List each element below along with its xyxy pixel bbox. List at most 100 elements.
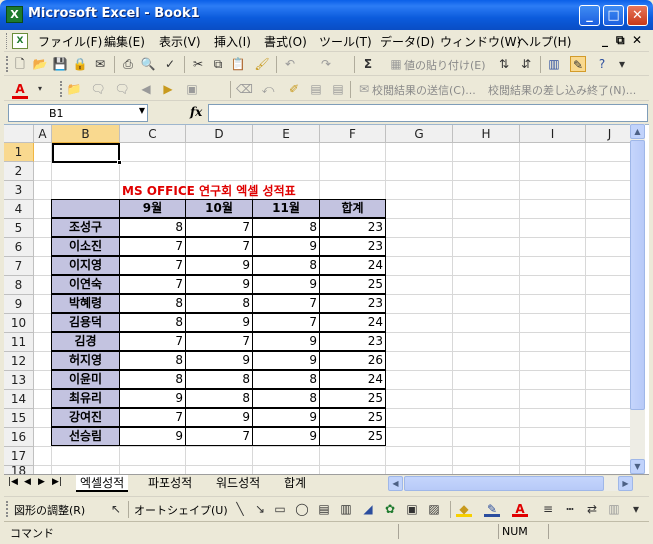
- close-button[interactable]: ✕: [627, 5, 648, 26]
- score-cell[interactable]: 7: [185, 427, 253, 446]
- row-header[interactable]: 8: [4, 276, 34, 295]
- track-changes-icon[interactable]: ⤺: [260, 81, 276, 97]
- score-cell[interactable]: 9: [185, 408, 253, 427]
- score-cell[interactable]: 9: [119, 427, 186, 446]
- save-icon[interactable]: 💾: [52, 56, 68, 72]
- column-header[interactable]: G: [386, 125, 453, 143]
- row-header[interactable]: 2: [4, 162, 34, 181]
- row-header[interactable]: 12: [4, 352, 34, 371]
- row-header[interactable]: 1: [4, 143, 34, 162]
- total-cell[interactable]: 26: [319, 351, 386, 370]
- cut-icon[interactable]: ✂: [190, 56, 206, 72]
- total-cell[interactable]: 24: [319, 256, 386, 275]
- review-end-button[interactable]: 校閲結果の差し込み終了(N)...: [488, 82, 636, 98]
- excel-icon[interactable]: X: [6, 6, 23, 23]
- rectangle-icon[interactable]: ▭: [272, 501, 288, 517]
- scroll-left-icon[interactable]: ◀: [388, 476, 403, 491]
- font-color-icon[interactable]: A: [12, 81, 28, 99]
- print-icon[interactable]: ⎙: [120, 56, 136, 72]
- paste-values-button[interactable]: 値の貼り付け(E): [404, 57, 486, 73]
- paste-values-icon[interactable]: ▦: [388, 56, 404, 72]
- student-name-cell[interactable]: 허지영: [51, 351, 120, 370]
- draw-font-color-icon[interactable]: A: [512, 501, 528, 517]
- student-name-cell[interactable]: 김용덕: [51, 313, 120, 332]
- score-cell[interactable]: 9: [252, 275, 320, 294]
- name-box[interactable]: B1 ▼: [8, 104, 148, 122]
- doc-minimize-button[interactable]: _: [602, 33, 608, 47]
- row-header[interactable]: 11: [4, 333, 34, 352]
- first-sheet-icon[interactable]: |◀: [8, 477, 18, 487]
- last-sheet-icon[interactable]: ▶|: [52, 477, 62, 487]
- review-send-icon[interactable]: ✉: [356, 81, 372, 97]
- score-cell[interactable]: 7: [185, 218, 253, 237]
- prev-comment-icon[interactable]: ◀: [138, 81, 154, 97]
- menu-window[interactable]: ウィンドウ(W): [440, 33, 521, 50]
- score-cell[interactable]: 9: [185, 275, 253, 294]
- column-header[interactable]: B: [52, 125, 120, 143]
- sheet-title[interactable]: MS OFFICE 연구회 엑셀 성적표: [122, 182, 296, 199]
- table-header-cell[interactable]: 10월: [185, 199, 253, 218]
- fill-color-icon[interactable]: ◆: [456, 501, 472, 517]
- menu-view[interactable]: 表示(V): [159, 33, 201, 50]
- drawing-toggle-icon[interactable]: ✎: [570, 56, 586, 72]
- toolbar-grip[interactable]: [6, 56, 9, 72]
- toolbar-grip[interactable]: [60, 81, 63, 97]
- workbook-icon[interactable]: X: [12, 33, 28, 49]
- open-shared-icon[interactable]: 📁: [66, 81, 82, 97]
- edit-comment-icon[interactable]: 🗨: [114, 81, 130, 97]
- shadow-style-icon[interactable]: ▥: [606, 501, 622, 517]
- menu-data[interactable]: データ(D): [380, 33, 435, 50]
- review-send-button[interactable]: 校閲結果の送信(C)...: [372, 82, 476, 98]
- drawing-options-icon[interactable]: ▾: [628, 501, 644, 517]
- autosum-icon[interactable]: Σ: [360, 56, 376, 72]
- score-cell[interactable]: 8: [185, 389, 253, 408]
- email-icon[interactable]: ✉: [92, 56, 108, 72]
- score-cell[interactable]: 8: [119, 351, 186, 370]
- row-header[interactable]: 4: [4, 200, 34, 219]
- sheet-tab[interactable]: 합계: [280, 475, 310, 492]
- total-cell[interactable]: 25: [319, 427, 386, 446]
- line-color-icon[interactable]: ✎: [484, 501, 500, 517]
- total-cell[interactable]: 25: [319, 408, 386, 427]
- column-header[interactable]: A: [34, 125, 52, 143]
- score-cell[interactable]: 9: [185, 313, 253, 332]
- student-name-cell[interactable]: 이지영: [51, 256, 120, 275]
- score-cell[interactable]: 8: [119, 370, 186, 389]
- score-cell[interactable]: 7: [119, 408, 186, 427]
- menubar-grip[interactable]: [6, 33, 9, 49]
- total-cell[interactable]: 24: [319, 370, 386, 389]
- total-cell[interactable]: 25: [319, 389, 386, 408]
- redo-icon[interactable]: ↷: [318, 56, 334, 72]
- minimize-button[interactable]: _: [579, 5, 600, 26]
- print-preview-icon[interactable]: 🔍: [140, 56, 156, 72]
- student-name-cell[interactable]: 최유리: [51, 389, 120, 408]
- score-cell[interactable]: 7: [185, 237, 253, 256]
- dash-style-icon[interactable]: ┅: [562, 501, 578, 517]
- help-icon[interactable]: ?: [594, 56, 610, 72]
- doc-close-button[interactable]: ✕: [632, 33, 642, 47]
- row-header[interactable]: 17: [4, 447, 34, 466]
- column-header[interactable]: I: [520, 125, 586, 143]
- score-cell[interactable]: 8: [185, 294, 253, 313]
- line-icon[interactable]: ╲: [232, 501, 248, 517]
- fill-handle[interactable]: [117, 160, 122, 165]
- menu-help[interactable]: ヘルプ(H): [517, 33, 571, 50]
- row-header[interactable]: 6: [4, 238, 34, 257]
- reject-icon[interactable]: ▤: [330, 81, 346, 97]
- textbox-icon[interactable]: ▤: [316, 501, 332, 517]
- score-cell[interactable]: 8: [185, 370, 253, 389]
- vertical-scrollbar[interactable]: ▲ ▼: [630, 124, 645, 474]
- line-style-icon[interactable]: ≡: [540, 501, 556, 517]
- score-cell[interactable]: 8: [119, 218, 186, 237]
- student-name-cell[interactable]: 이윤미: [51, 370, 120, 389]
- highlight-changes-icon[interactable]: ✐: [286, 81, 302, 97]
- column-header[interactable]: E: [253, 125, 320, 143]
- score-cell[interactable]: 9: [252, 332, 320, 351]
- row-header[interactable]: 10: [4, 314, 34, 333]
- maximize-button[interactable]: □: [603, 5, 624, 26]
- total-cell[interactable]: 23: [319, 294, 386, 313]
- score-cell[interactable]: 9: [252, 351, 320, 370]
- scroll-up-icon[interactable]: ▲: [630, 124, 645, 139]
- row-header[interactable]: 5: [4, 219, 34, 238]
- arrow-style-icon[interactable]: ⇄: [584, 501, 600, 517]
